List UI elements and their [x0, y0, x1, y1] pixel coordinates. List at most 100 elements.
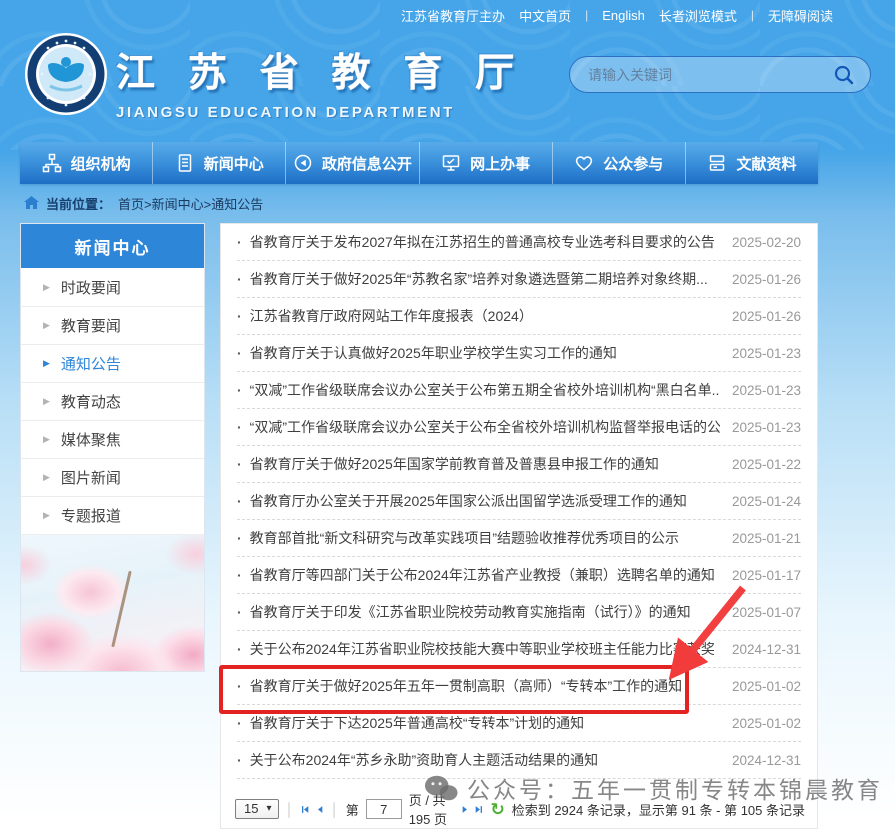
topbar-link-elder-mode[interactable]: 长者浏览模式	[659, 6, 737, 25]
news-title-text: 省教育厅关于下达2025年普通高校“专转本”计划的通知	[250, 713, 584, 733]
sidebar-menu: ▶时政要闻▶教育要闻▶通知公告▶教育动态▶媒体聚焦▶图片新闻▶专题报道	[21, 268, 204, 534]
sidebar-item-notices[interactable]: ▶通知公告	[21, 344, 204, 382]
previous-page-button[interactable]	[316, 803, 324, 816]
sidebar-item-label: 专题报道	[61, 505, 121, 526]
news-row: · 江苏省教育厅政府网站工作年度报表（2024） 2025-01-26	[237, 298, 801, 335]
last-page-icon	[475, 803, 483, 816]
news-date: 2025-01-21	[720, 531, 801, 546]
news-row: ·省教育厅关于做好2025年国家学前教育普及普惠县申报工作的通知2025-01-…	[237, 446, 801, 483]
news-title-text: 省教育厅关于做好2025年五年一贯制高职（高师）“专转本”工作的通知	[250, 676, 682, 696]
nav-item-label: 文献资料	[736, 153, 796, 174]
news-title-link[interactable]: ·省教育厅关于做好2025年国家学前教育普及普惠县申报工作的通知	[237, 454, 720, 474]
sidebar-item-education-trends[interactable]: ▶教育动态	[21, 382, 204, 420]
refresh-icon[interactable]: ↻	[490, 801, 504, 818]
bullet-icon: ·	[237, 678, 242, 694]
sidebar-item-label: 教育动态	[61, 391, 121, 412]
first-page-icon	[301, 803, 309, 816]
bullet-icon: ·	[237, 308, 242, 324]
news-date: 2025-01-17	[720, 568, 801, 583]
news-title-link[interactable]: · 省教育厅关于做好2025年五年一贯制高职（高师）“专转本”工作的通知	[237, 676, 720, 696]
news-document-icon	[175, 153, 195, 173]
nav-item-public-participation[interactable]: 公众参与	[552, 142, 685, 184]
news-title-link[interactable]: · 省教育厅关于印发《江苏省职业院校劳动教育实施指南（试行）》的通知	[237, 602, 720, 622]
top-utility-bar: 江苏省教育厅主办中文首页|English长者浏览模式|无障碍阅读	[0, 0, 895, 30]
news-title-link[interactable]: ·“双减”工作省级联席会议办公室关于公布第五期全省校外培训机构“黑白名单...	[237, 380, 720, 400]
caret-right-icon: ▶	[43, 320, 50, 331]
sidebar-item-label: 媒体聚焦	[61, 429, 121, 450]
bullet-icon: ·	[237, 604, 242, 620]
sidebar-item-media-focus[interactable]: ▶媒体聚焦	[21, 420, 204, 458]
sidebar-item-education-news[interactable]: ▶ 教育要闻	[21, 306, 204, 344]
next-page-button[interactable]	[461, 803, 469, 816]
news-date: 2025-01-22	[720, 457, 801, 472]
news-title-link[interactable]: ·省教育厅关于发布2027年拟在江苏招生的普通高校专业选考科目要求的公告	[237, 232, 720, 252]
news-title-text: 江苏省教育厅政府网站工作年度报表（2024）	[250, 306, 533, 326]
news-title-link[interactable]: ·省教育厅办公室关于开展2025年国家公派出国留学选派受理工作的通知	[237, 491, 720, 511]
nav-item-label: 组织机构	[71, 153, 131, 174]
news-title-link[interactable]: ·省教育厅等四部门关于公布2024年江苏省产业教授（兼职）选聘名单的通知	[237, 565, 720, 585]
org-chart-icon	[42, 153, 62, 173]
last-page-button[interactable]	[475, 803, 483, 816]
info-disclosure-icon	[293, 153, 313, 173]
heart-icon	[574, 153, 594, 173]
nav-item-organization[interactable]: 组织机构	[20, 142, 152, 184]
news-date: 2025-01-07	[720, 605, 801, 620]
divider: │	[331, 802, 339, 817]
page-number-input[interactable]	[366, 799, 402, 819]
home-icon	[24, 196, 39, 210]
news-title-text: “双减”工作省级联席会议办公室关于公布全省校外培训机构监督举报电话的公...	[250, 417, 720, 437]
caret-right-icon: ▶	[43, 282, 50, 293]
news-date: 2025-02-20	[720, 235, 801, 250]
topbar-link-english[interactable]: English	[602, 8, 645, 23]
sidebar-item-special-reports[interactable]: ▶专题报道	[21, 496, 204, 534]
sidebar-item-label: 教育要闻	[61, 315, 121, 336]
news-title-link[interactable]: ·省教育厅关于认真做好2025年职业学校学生实习工作的通知	[237, 343, 720, 363]
nav-item-gov-info[interactable]: 政府信息公开	[285, 142, 418, 184]
next-page-icon	[461, 803, 469, 816]
news-row: ·省教育厅办公室关于开展2025年国家公派出国留学选派受理工作的通知2025-0…	[237, 483, 801, 520]
topbar-link-host[interactable]: 江苏省教育厅主办	[401, 6, 505, 25]
nav-item-news-center[interactable]: 新闻中心	[152, 142, 285, 184]
news-date: 2025-01-24	[720, 494, 801, 509]
news-row: ·“双减”工作省级联席会议办公室关于公布全省校外培训机构监督举报电话的公...2…	[237, 409, 801, 446]
news-title-link[interactable]: ·省教育厅关于做好2025年“苏教名家”培养对象遴选暨第二期培养对象终期...	[237, 269, 720, 289]
content-area: 新闻中心 ▶时政要闻▶教育要闻▶通知公告▶教育动态▶媒体聚焦▶图片新闻▶专题报道…	[20, 223, 895, 829]
news-row: · 省教育厅关于印发《江苏省职业院校劳动教育实施指南（试行）》的通知 2025-01…	[237, 594, 801, 631]
bullet-icon: ·	[237, 641, 242, 657]
topbar-link-chinese-home[interactable]: 中文首页	[519, 6, 571, 25]
news-title-text: 关于公布2024年江苏省职业院校技能大赛中等职业学校班主任能力比赛获奖	[250, 639, 715, 659]
news-title-text: 省教育厅关于印发《江苏省职业院校劳动教育实施指南（试行）》的通知	[250, 602, 691, 622]
news-date: 2025-01-26	[720, 309, 801, 324]
news-title-link[interactable]: · 关于公布2024年江苏省职业院校技能大赛中等职业学校班主任能力比赛获奖	[237, 639, 720, 659]
site-title-block: 江 苏 省 教 育 厅 JIANGSU EDUCATION DEPARTMENT	[116, 42, 525, 121]
online-service-monitor-icon	[441, 153, 461, 173]
bullet-icon: ·	[237, 456, 242, 472]
news-title-text: 省教育厅关于做好2025年“苏教名家”培养对象遴选暨第二期培养对象终期...	[250, 269, 708, 289]
sidebar-item-current-politics[interactable]: ▶时政要闻	[21, 268, 204, 306]
nav-item-documents[interactable]: 文献资料	[685, 142, 818, 184]
news-title-link[interactable]: · 江苏省教育厅政府网站工作年度报表（2024）	[237, 306, 720, 326]
nav-item-online-service[interactable]: 网上办事	[419, 142, 552, 184]
nav-item-label: 公众参与	[603, 153, 663, 174]
news-title-text: 教育部首批“新文科研究与改革实践项目”结题验收推荐优秀项目的公示	[250, 528, 679, 548]
news-title-link[interactable]: ·省教育厅关于下达2025年普通高校“专转本”计划的通知	[237, 713, 720, 733]
news-title-link[interactable]: · 教育部首批“新文科研究与改革实践项目”结题验收推荐优秀项目的公示	[237, 528, 720, 548]
search-button[interactable]	[832, 63, 856, 87]
sidebar-item-photo-news[interactable]: ▶图片新闻	[21, 458, 204, 496]
page-size-select[interactable]: 15 ▾	[235, 799, 279, 819]
topbar-link-accessibility[interactable]: 无障碍阅读	[768, 6, 833, 25]
bullet-icon: ·	[237, 530, 242, 546]
bullet-icon: ·	[237, 567, 242, 583]
news-row: ·关于公布2024年“苏乡永助”资助育人主题活动结果的通知2024-12-31	[237, 742, 801, 779]
news-title-link[interactable]: ·“双减”工作省级联席会议办公室关于公布全省校外培训机构监督举报电话的公...	[237, 417, 720, 437]
breadcrumb-path[interactable]: 首页>新闻中心>通知公告	[118, 194, 263, 213]
first-page-button[interactable]	[301, 803, 309, 816]
news-title-link[interactable]: ·关于公布2024年“苏乡永助”资助育人主题活动结果的通知	[237, 750, 720, 770]
news-row: ·省教育厅关于认真做好2025年职业学校学生实习工作的通知2025-01-23	[237, 335, 801, 372]
search-box	[569, 56, 871, 93]
bullet-icon: ·	[237, 752, 242, 768]
news-date: 2025-01-23	[720, 383, 801, 398]
caret-right-icon: ▶	[43, 472, 50, 483]
record-summary: 检索到 2924 条记录，显示第 91 条 - 第 105 条记录	[512, 800, 805, 819]
search-input[interactable]	[588, 67, 832, 83]
